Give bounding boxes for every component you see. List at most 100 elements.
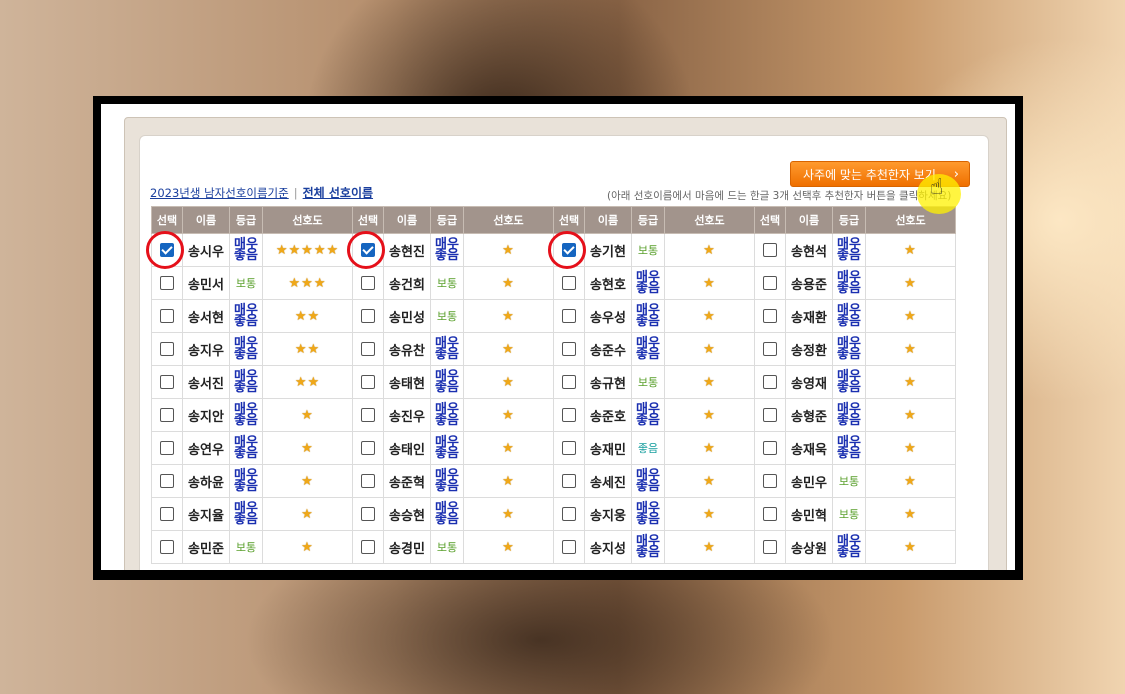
grade-cell: 매우 좋음: [832, 299, 866, 333]
name-select-checkbox[interactable]: [361, 507, 375, 521]
name-cell: 송태인: [383, 431, 431, 465]
name-select-checkbox[interactable]: [361, 375, 375, 389]
star-icon: ★: [703, 242, 716, 258]
name-select-checkbox[interactable]: [361, 408, 375, 422]
name-select-checkbox[interactable]: [160, 441, 174, 455]
name-select-checkbox[interactable]: [562, 276, 576, 290]
preference-stars-cell: ★: [664, 398, 755, 432]
name-select-checkbox[interactable]: [562, 342, 576, 356]
table-row: 송시우 매우 좋음 ★★★★★ 송현진 매우 좋음 ★ 송기현 보통 ★ 송현석 매우 좋음 ★: [146, 231, 956, 269]
star-icon: ★: [313, 242, 327, 258]
name-select-checkbox[interactable]: [361, 309, 375, 323]
name-select-checkbox[interactable]: [763, 507, 777, 521]
star-icon: ★: [301, 506, 314, 522]
preference-stars-cell: ★: [865, 398, 956, 432]
select-cell: [754, 530, 786, 564]
preference-stars-cell: ★: [262, 431, 353, 465]
name-select-checkbox[interactable]: [763, 276, 777, 290]
name-select-checkbox[interactable]: [160, 342, 174, 356]
grade-header: 등급: [631, 206, 665, 234]
name-select-checkbox[interactable]: [160, 507, 174, 521]
name-select-checkbox[interactable]: [562, 375, 576, 389]
table-row: 송지안 매우 좋음 ★ 송진우 매우 좋음 ★ 송준호 매우 좋음 ★ 송형준 매우 좋음 ★: [151, 398, 956, 432]
select-cell: [548, 231, 586, 269]
name-select-checkbox[interactable]: [562, 441, 576, 455]
name-cell: 송형준: [785, 398, 833, 432]
star-icon: ★: [904, 242, 917, 258]
name-header: 이름: [383, 206, 431, 234]
table-header-row: 선택 이름 등급 선호도 선택 이름 등급 선호도 선택 이름 등급 선호도 선택 이름 등급 선호도: [151, 206, 956, 234]
name-select-checkbox[interactable]: [562, 309, 576, 323]
name-cell: 송현진: [383, 233, 431, 267]
name-select-checkbox[interactable]: [160, 243, 174, 257]
name-cell: 송서진: [182, 365, 230, 399]
select-cell: [754, 233, 786, 267]
name-cell: 송재욱: [785, 431, 833, 465]
name-select-checkbox[interactable]: [763, 441, 777, 455]
star-icon: ★: [904, 374, 917, 390]
star-icon: ★: [703, 374, 716, 390]
name-select-checkbox[interactable]: [562, 474, 576, 488]
link-all-preferred-names[interactable]: 전체 선호이름: [303, 186, 373, 200]
grade-cell: 매우 좋음: [229, 233, 263, 267]
name-header: 이름: [182, 206, 230, 234]
preference-stars-cell: ★: [664, 464, 755, 498]
select-cell: [352, 398, 384, 432]
name-select-checkbox[interactable]: [763, 408, 777, 422]
preference-stars-cell: ★★★: [262, 266, 353, 300]
grade-cell: 보통: [631, 233, 665, 267]
name-select-checkbox[interactable]: [361, 342, 375, 356]
name-select-checkbox[interactable]: [763, 342, 777, 356]
name-select-checkbox[interactable]: [763, 309, 777, 323]
grade-cell: 매우 좋음: [631, 464, 665, 498]
name-select-checkbox[interactable]: [562, 243, 576, 257]
star-icon: ★: [275, 242, 289, 258]
star-icon: ★: [313, 275, 327, 291]
grade-cell: 매우 좋음: [832, 530, 866, 564]
name-select-checkbox[interactable]: [562, 507, 576, 521]
grade-cell: 매우 좋음: [430, 431, 464, 465]
name-select-checkbox[interactable]: [160, 408, 174, 422]
grade-cell: 보통: [229, 530, 263, 564]
name-select-checkbox[interactable]: [562, 408, 576, 422]
name-cell: 송지웅: [584, 497, 632, 531]
name-select-checkbox[interactable]: [361, 243, 375, 257]
name-select-checkbox[interactable]: [763, 540, 777, 554]
name-select-checkbox[interactable]: [361, 474, 375, 488]
name-select-checkbox[interactable]: [361, 540, 375, 554]
star-icon: ★: [294, 341, 308, 357]
link-2023-boys-names[interactable]: 2023년생 남자선호이름기준: [150, 186, 289, 200]
name-select-checkbox[interactable]: [160, 540, 174, 554]
preference-stars-cell: ★: [463, 365, 554, 399]
name-select-checkbox[interactable]: [160, 375, 174, 389]
name-select-checkbox[interactable]: [160, 309, 174, 323]
star-icon: ★: [502, 242, 515, 258]
select-cell: [352, 530, 384, 564]
name-select-checkbox[interactable]: [160, 474, 174, 488]
names-table: 선택 이름 등급 선호도 선택 이름 등급 선호도 선택 이름 등급 선호도 선택 이름 등급 선호도 송시우…: [146, 206, 956, 564]
name-select-checkbox[interactable]: [562, 540, 576, 554]
select-cell: [553, 332, 585, 366]
star-icon: ★: [904, 341, 917, 357]
page-viewport: 사주에 맞는 추천한자 보기 › 2023년생 남자선호이름기준 | 전체 선호이름…: [101, 104, 1015, 570]
name-select-checkbox[interactable]: [763, 243, 777, 257]
name-select-checkbox[interactable]: [763, 474, 777, 488]
select-cell: [553, 299, 585, 333]
name-select-checkbox[interactable]: [160, 276, 174, 290]
grade-cell: 매우 좋음: [229, 497, 263, 531]
star-icon: ★: [703, 407, 716, 423]
name-select-checkbox[interactable]: [361, 441, 375, 455]
grade-cell: 매우 좋음: [229, 365, 263, 399]
name-cell: 송민성: [383, 299, 431, 333]
name-select-checkbox[interactable]: [361, 276, 375, 290]
star-icon: ★: [502, 275, 515, 291]
preference-stars-cell: ★: [463, 431, 554, 465]
select-cell: [151, 299, 183, 333]
grade-cell: 보통: [832, 464, 866, 498]
preference-stars-cell: ★: [865, 431, 956, 465]
star-icon: ★: [288, 275, 302, 291]
name-cell: 송규현: [584, 365, 632, 399]
name-select-checkbox[interactable]: [763, 375, 777, 389]
preference-stars-cell: ★★: [262, 332, 353, 366]
preference-stars-cell: ★: [463, 233, 554, 267]
